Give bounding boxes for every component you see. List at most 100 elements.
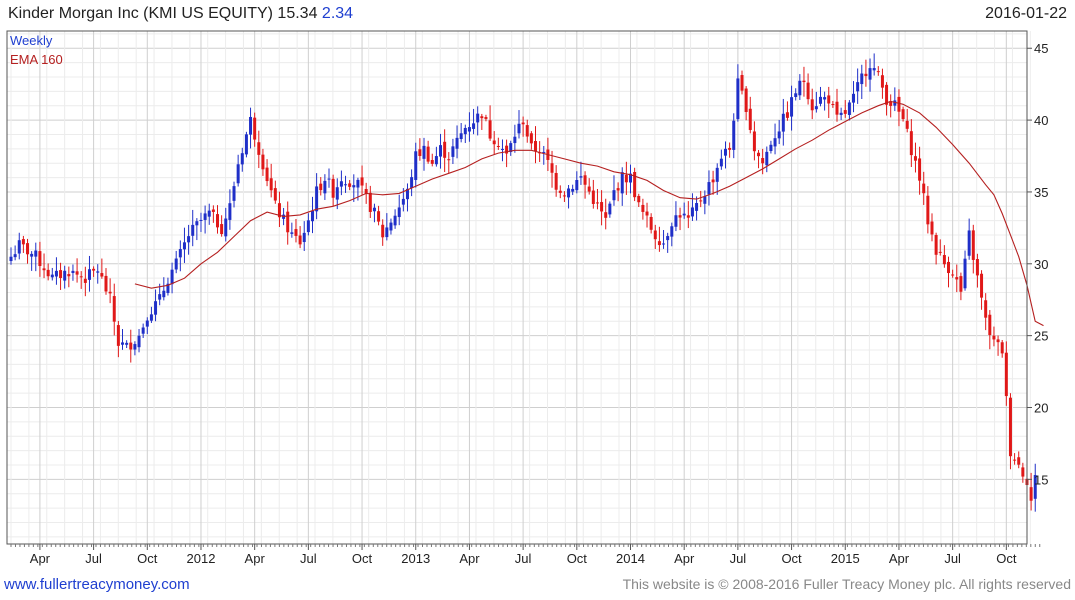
candle-down: [905, 120, 909, 129]
candle-up: [662, 243, 666, 245]
candle-up: [472, 123, 476, 129]
candle-down: [59, 270, 63, 278]
candle-down: [934, 235, 938, 255]
candle-down: [728, 147, 732, 150]
candle-up: [244, 134, 248, 155]
copyright-notice: This website is © 2008-2016 Fuller Treac…: [622, 576, 1071, 592]
candle-down: [496, 145, 500, 147]
candle-down: [1004, 352, 1008, 397]
candle-down: [525, 125, 529, 137]
candle-down: [885, 84, 889, 105]
candle-up: [794, 93, 798, 98]
grid: [7, 31, 1031, 544]
candle-up: [199, 219, 203, 221]
x-tick-label: Jul: [515, 551, 532, 566]
candle-up: [17, 240, 21, 254]
candle-up: [463, 127, 467, 135]
candle-down: [550, 163, 554, 173]
candle-down: [562, 195, 566, 197]
candle-down: [595, 202, 599, 204]
candle-down: [740, 75, 744, 91]
candle-down: [942, 255, 946, 265]
candle-up: [174, 258, 178, 270]
candle-up: [240, 153, 244, 165]
candle-down: [913, 156, 917, 161]
candle-up: [302, 232, 306, 243]
candle-up: [513, 136, 517, 144]
y-tick-label: 30: [1034, 257, 1048, 272]
candle-up: [87, 269, 91, 280]
website-link[interactable]: www.fullertreacymoney.com: [4, 576, 190, 593]
candle-down: [835, 101, 839, 115]
candle-down: [686, 215, 690, 218]
candle-down: [112, 296, 116, 322]
candle-down: [748, 108, 752, 130]
candle-down: [996, 339, 1000, 343]
legend-item: EMA 160: [10, 52, 63, 67]
candle-down: [488, 120, 492, 139]
candle-up: [401, 198, 405, 205]
legend-item: Weekly: [10, 33, 53, 48]
candle-down: [1013, 459, 1017, 461]
candle-down: [616, 188, 620, 191]
candle-up: [670, 226, 674, 237]
candle-down: [583, 175, 587, 185]
candle-down: [922, 183, 926, 194]
candle-down: [521, 122, 525, 125]
price-chart: 15 20 25 30 35 40 45 Apr Jul Oct 2012 Apr Jul Oct 201…: [6, 30, 1048, 566]
x-tick-label: Apr: [889, 551, 910, 566]
candle-up: [327, 178, 331, 180]
candle-down: [806, 82, 810, 100]
candle-down: [600, 202, 604, 212]
candle-up: [765, 151, 769, 166]
candle-down: [108, 291, 112, 294]
candle-up: [736, 78, 740, 120]
candle-up: [422, 145, 426, 159]
candle-down: [480, 116, 484, 119]
candle-up: [967, 230, 971, 256]
x-axis: Apr Jul Oct 2012 Apr Jul Oct 2013 Apr Jul Oct 2014 A…: [10, 544, 1041, 566]
candle-down: [75, 271, 79, 275]
candle-down: [1021, 467, 1025, 477]
candle-down: [591, 190, 595, 204]
candle-down: [637, 195, 641, 203]
candle-down: [897, 96, 901, 112]
candle-up: [191, 224, 195, 236]
x-tick-label: Oct: [781, 551, 802, 566]
x-tick-label: Apr: [245, 551, 266, 566]
candle-down: [348, 183, 352, 187]
candle-up: [439, 145, 443, 157]
candle-up: [476, 113, 480, 123]
candle-down: [880, 75, 884, 88]
candle-up: [30, 253, 34, 257]
candle-up: [690, 207, 694, 217]
candle-up: [575, 180, 579, 191]
candle-up: [125, 342, 129, 345]
candle-up: [847, 102, 851, 115]
candle-down: [220, 224, 224, 235]
candle-down: [129, 342, 133, 350]
legend: Weekly EMA 160: [10, 33, 63, 67]
candle-up: [814, 106, 818, 110]
candle-up: [63, 270, 67, 281]
candle-down: [951, 274, 955, 276]
x-tick-label: Jul: [300, 551, 317, 566]
candle-down: [294, 229, 298, 236]
x-tick-label: Oct: [137, 551, 158, 566]
candle-up: [96, 271, 100, 273]
candle-down: [624, 174, 628, 183]
candle-down: [381, 224, 385, 238]
candle-up: [149, 314, 153, 321]
candle-up: [773, 138, 777, 147]
candle-up: [963, 258, 967, 289]
candle-down: [980, 273, 984, 298]
candle-up: [187, 236, 191, 243]
candle-up: [310, 210, 314, 222]
candle-up: [455, 137, 459, 149]
candle-down: [42, 268, 46, 271]
candle-up: [158, 294, 162, 300]
candle-down: [975, 258, 979, 276]
candle-down: [331, 178, 335, 198]
candle-up: [315, 186, 319, 212]
candle-up: [323, 180, 327, 194]
